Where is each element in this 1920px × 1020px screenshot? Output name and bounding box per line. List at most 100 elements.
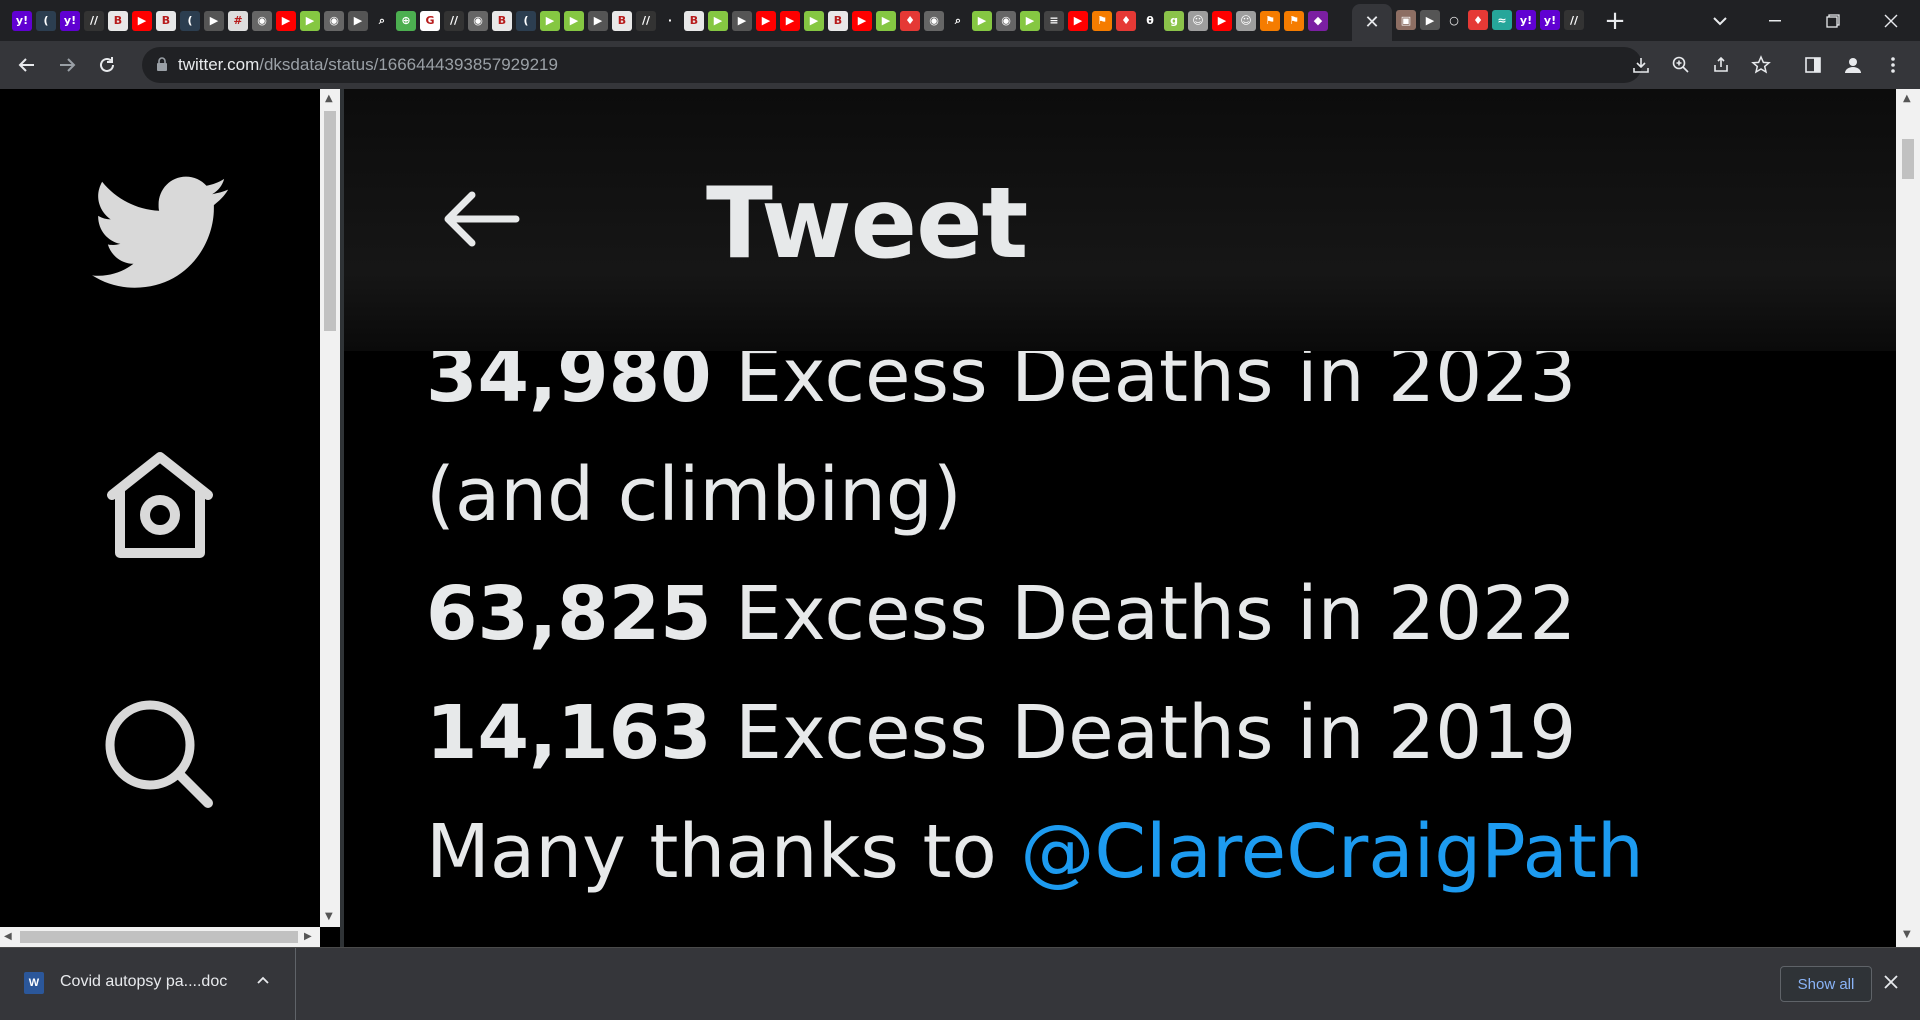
minimize-button[interactable] (1752, 0, 1798, 41)
scroll-thumb[interactable] (20, 931, 298, 943)
breitbart-icon[interactable]: B (684, 10, 704, 31)
page-vertical-scrollbar[interactable]: ▲ ▼ (1896, 89, 1920, 947)
teal-icon[interactable]: ≈ (1492, 10, 1512, 30)
youtube-icon[interactable]: ▶ (756, 10, 776, 31)
address-bar[interactable]: twitter.com/dksdata/status/1666444393857… (142, 47, 1642, 83)
share-icon[interactable] (1708, 52, 1734, 78)
mention-link[interactable]: @ClareCraigPath (1020, 809, 1643, 895)
redpin-icon[interactable]: ♦ (1468, 10, 1488, 30)
search-icon[interactable]: ⌕ (948, 10, 968, 31)
back-button[interactable] (12, 50, 42, 80)
breitbart-icon[interactable]: B (612, 10, 632, 31)
breitbart-icon[interactable]: B (492, 10, 512, 31)
globe-icon[interactable]: ◉ (924, 10, 944, 31)
rumble-icon[interactable]: ▶ (804, 10, 824, 31)
forward-button[interactable] (52, 50, 82, 80)
profile-icon[interactable] (1840, 52, 1866, 78)
scroll-thumb[interactable] (324, 111, 336, 331)
redpin-icon[interactable]: ♦ (900, 10, 920, 31)
partial-c-icon[interactable]: ( (36, 10, 56, 31)
youtube-icon[interactable]: ▶ (276, 10, 296, 31)
bookmark-orange-icon[interactable]: ⚑ (1092, 10, 1112, 31)
breitbart-icon[interactable]: B (156, 10, 176, 31)
partial-c-icon[interactable]: ( (180, 10, 200, 31)
globe-icon[interactable]: ◉ (468, 10, 488, 31)
globe-icon[interactable]: ◉ (324, 10, 344, 31)
chevron-up-icon[interactable] (256, 970, 270, 989)
yahoo-icon[interactable]: y! (1540, 10, 1560, 30)
rumble-icon[interactable]: ▶ (564, 10, 584, 31)
bookmark-star-icon[interactable] (1748, 52, 1774, 78)
grey-play-icon[interactable]: ▶ (1420, 10, 1440, 30)
photo-icon[interactable]: ▣ (1396, 10, 1416, 30)
bookmark-orange-icon[interactable]: ⚑ (1284, 10, 1304, 31)
close-window-button[interactable] (1868, 0, 1914, 41)
close-tab-icon[interactable]: ✕ (1364, 12, 1379, 33)
youtube-icon[interactable]: ▶ (852, 10, 872, 31)
restore-button[interactable] (1810, 0, 1856, 41)
download-item[interactable]: W Covid autopsy pa....doc (0, 948, 296, 1020)
breitbart-icon[interactable]: B (108, 10, 128, 31)
menu-kebab-icon[interactable] (1880, 52, 1906, 78)
grid-icon[interactable]: # (228, 10, 248, 31)
avatar-icon[interactable]: ☺ (1188, 10, 1208, 31)
tree-icon[interactable]: ⊕ (396, 10, 416, 31)
scroll-left-arrow-icon[interactable]: ◀ (4, 931, 12, 942)
redpin-icon[interactable]: ♦ (1116, 10, 1136, 31)
scroll-up-arrow-icon[interactable]: ▲ (1903, 93, 1911, 104)
circle-icon[interactable]: ○ (1444, 10, 1464, 30)
breitbart-icon[interactable]: B (828, 10, 848, 31)
youtube-icon[interactable]: ▶ (1068, 10, 1088, 31)
google-icon[interactable]: G (420, 10, 440, 31)
wsj-icon[interactable]: // (1564, 10, 1584, 30)
rumble-icon[interactable]: ▶ (300, 10, 320, 31)
scroll-up-arrow-icon[interactable]: ▲ (325, 93, 333, 104)
reload-button[interactable] (92, 50, 122, 80)
partial-c-icon[interactable]: ( (516, 10, 536, 31)
grey-play-icon[interactable]: ▶ (588, 10, 608, 31)
avatar-icon[interactable]: ☺ (1236, 10, 1256, 31)
scroll-down-arrow-icon[interactable]: ▼ (325, 911, 333, 922)
back-arrow-icon[interactable] (440, 189, 520, 249)
wsj-icon[interactable]: // (444, 10, 464, 31)
scroll-down-arrow-icon[interactable]: ▼ (1903, 929, 1911, 940)
scroll-thumb[interactable] (1902, 139, 1914, 179)
twitter-logo-icon[interactable] (90, 175, 234, 291)
rumble-icon[interactable]: ▶ (708, 10, 728, 31)
wsj-icon[interactable]: // (636, 10, 656, 31)
side-panel-icon[interactable] (1800, 52, 1826, 78)
news-icon[interactable]: ≡ (1044, 10, 1064, 31)
home-icon[interactable] (96, 447, 224, 565)
active-tab[interactable]: ✕ (1352, 4, 1392, 41)
bookmark-orange-icon[interactable]: ⚑ (1260, 10, 1280, 31)
globe-icon[interactable]: ◉ (996, 10, 1016, 31)
scroll-right-arrow-icon[interactable]: ▶ (304, 931, 312, 942)
youtube-icon[interactable]: ▶ (1212, 10, 1232, 31)
grey-play-icon[interactable]: ▶ (204, 10, 224, 31)
grey-play-icon[interactable]: ▶ (732, 10, 752, 31)
url-text[interactable]: twitter.com/dksdata/status/1666444393857… (178, 55, 558, 75)
new-tab-button[interactable]: + (1600, 6, 1630, 36)
g-icon[interactable]: g (1164, 10, 1184, 31)
globe-icon[interactable]: ◉ (252, 10, 272, 31)
rumble-icon[interactable]: ▶ (1020, 10, 1040, 31)
rumble-icon[interactable]: ▶ (540, 10, 560, 31)
yahoo-icon[interactable]: y! (1516, 10, 1536, 30)
purple-icon[interactable]: ◆ (1308, 10, 1328, 31)
search-icon[interactable]: ⌕ (372, 10, 392, 31)
rumble-icon[interactable]: ▶ (876, 10, 896, 31)
tab-search-button[interactable] (1706, 8, 1734, 34)
yahoo-icon[interactable]: y! (12, 10, 32, 31)
youtube-icon[interactable]: ▶ (780, 10, 800, 31)
zoom-icon[interactable] (1668, 52, 1694, 78)
lock-icon[interactable] (156, 57, 168, 76)
sidebar-vertical-scrollbar[interactable]: ▲ ▼ (320, 89, 340, 927)
grey-play-icon[interactable]: ▶ (348, 10, 368, 31)
yahoo-icon[interactable]: y! (60, 10, 80, 31)
rumble-icon[interactable]: ▶ (972, 10, 992, 31)
show-all-button[interactable]: Show all (1780, 966, 1872, 1002)
youtube-icon[interactable]: ▶ (132, 10, 152, 31)
theta-icon[interactable]: θ (1140, 10, 1160, 31)
install-app-icon[interactable] (1628, 52, 1654, 78)
close-shelf-icon[interactable] (1884, 970, 1898, 995)
